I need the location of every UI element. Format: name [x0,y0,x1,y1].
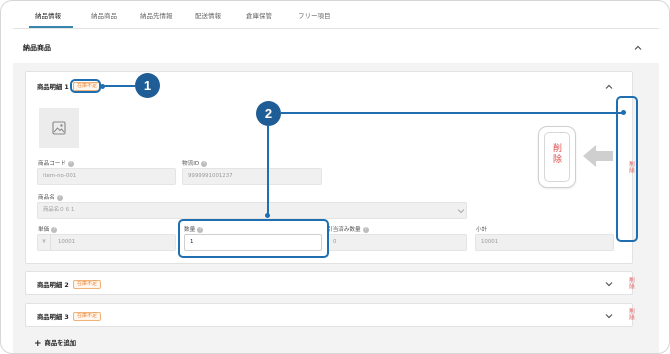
callout-2-marker: 2 [256,101,281,126]
chevron-up-icon[interactable] [633,43,643,53]
delete-button-illustration: 削除 [538,126,576,188]
quantity-highlight-box [178,219,329,258]
callout-2-line-down [267,125,269,215]
chevron-down-icon[interactable] [604,279,614,289]
help-icon[interactable]: ? [67,160,74,167]
product-code-field[interactable]: item-no-001 [37,168,176,185]
unit-price-value: 10001 [58,239,76,245]
active-tab-indicator [29,26,73,28]
delete-button-2[interactable]: 削除 [621,277,635,290]
plus-icon: + [34,339,42,349]
product-code-label: 商品コード? [38,160,74,167]
app-frame: 納品情報 納品商品 納品先情報 配送情報 倉庫保管 フリー項目 納品商品 商品明… [0,0,670,354]
help-icon[interactable]: ? [56,194,63,201]
card-title-2: 商品明細 2 [37,282,69,289]
subtotal-label: 小計 [476,227,488,233]
delete-button-inner: 削除 [544,132,570,182]
currency-prefix: ¥ [38,235,51,250]
callout-1-line [101,85,135,87]
section-title: 納品商品 [23,44,51,52]
tab-delivery-info[interactable]: 納品情報 [35,10,61,20]
product-name-select[interactable]: 商品名０６１ [37,202,467,219]
logistics-id-field[interactable]: 9999991001237 [182,168,322,185]
product-image-placeholder[interactable] [39,108,79,148]
add-item-label: 商品を追加 [44,340,77,347]
logistics-id-label: 物流ID? [182,160,208,167]
section-header[interactable]: 納品商品 [13,29,659,63]
unit-price-label: 単価? [38,226,58,233]
add-item-button[interactable]: + 商品を追加 [34,338,76,349]
delete-illustration-label: 削除 [551,143,561,165]
help-icon[interactable]: ? [201,160,208,167]
help-icon[interactable]: ? [362,226,369,233]
help-icon[interactable]: ? [51,226,58,233]
tab-warehouse-storage[interactable]: 倉庫保管 [246,10,272,20]
image-placeholder-icon [52,121,66,135]
arrow-left-icon [583,145,613,167]
allocated-qty-field[interactable]: 0 [327,234,467,251]
delete-column-highlight-box [616,96,638,242]
subtotal-field[interactable]: 10001 [475,234,614,251]
unit-price-field[interactable]: ¥ 10001 [37,234,176,251]
chevron-down-icon [456,206,466,216]
card-title-1: 商品明細 1 [37,84,69,91]
stock-shortage-badge-3: 在庫不足 [73,312,102,321]
card-title-3: 商品明細 3 [37,314,69,321]
tab-free-fields[interactable]: フリー項目 [298,10,331,20]
product-card-2[interactable] [25,271,633,295]
badge-highlight-box [70,79,101,93]
product-card-3[interactable] [25,303,633,327]
callout-2-line-right [281,112,624,114]
stock-shortage-badge-2: 在庫不足 [73,280,102,289]
product-name-label: 商品名? [38,194,63,201]
allocated-qty-label: 引当済み数量? [327,226,369,233]
callout-2-anchor [265,213,270,218]
callout-1-marker: 1 [135,73,160,98]
tab-delivery-products[interactable]: 納品商品 [91,10,117,20]
chevron-up-icon[interactable] [604,82,614,92]
product-name-value: 商品名０６１ [43,207,76,213]
delete-button-3[interactable]: 削除 [621,308,635,321]
chevron-down-icon[interactable] [604,311,614,321]
tab-shipping-info[interactable]: 配送情報 [195,10,221,20]
tab-bar: 納品情報 納品商品 納品先情報 配送情報 倉庫保管 フリー項目 [13,1,659,29]
tab-destination-info[interactable]: 納品先情報 [140,10,173,20]
